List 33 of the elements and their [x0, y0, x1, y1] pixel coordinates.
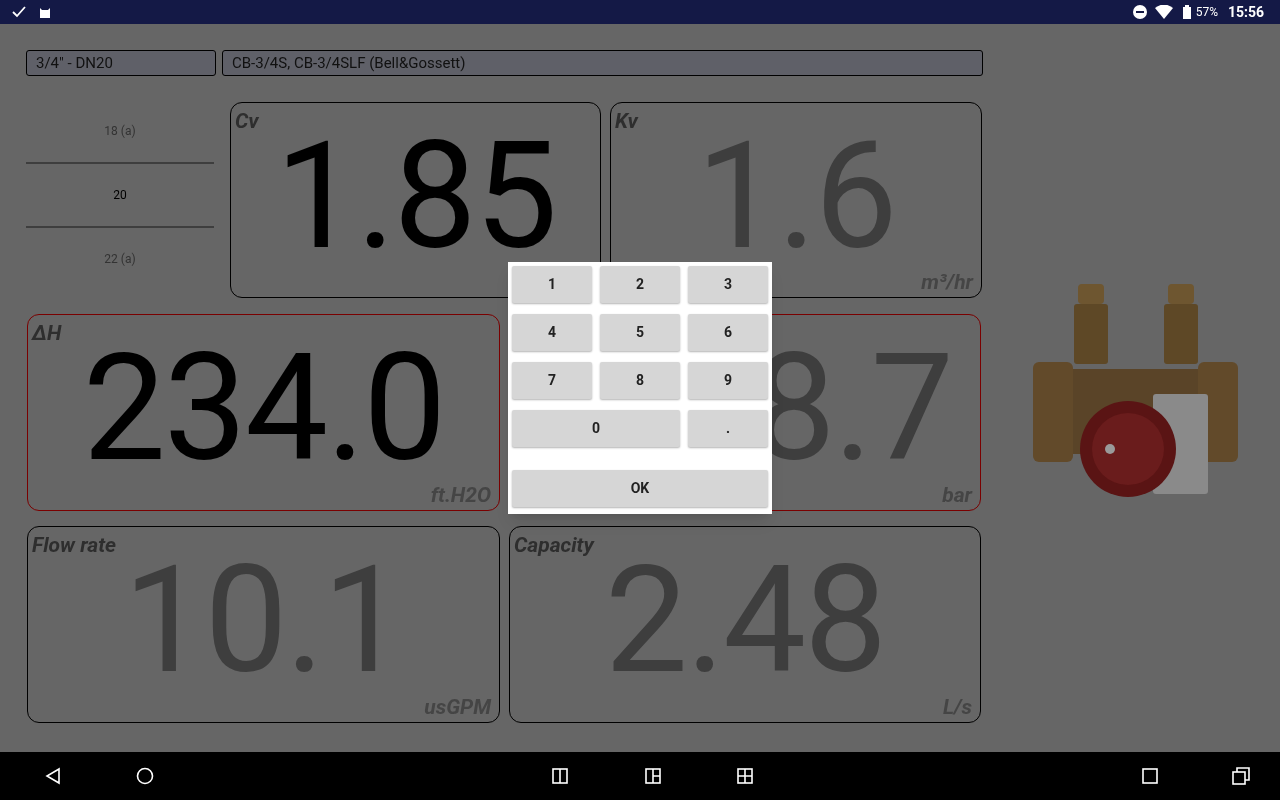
keypad-key[interactable]: 9	[688, 362, 768, 399]
wifi-icon	[1154, 5, 1173, 19]
keypad-key[interactable]: 4	[512, 314, 592, 351]
recents-icon[interactable]	[1232, 767, 1250, 785]
keypad-key[interactable]: 5	[600, 314, 680, 351]
keypad-key[interactable]: 3	[688, 266, 768, 303]
picker-item[interactable]: 20	[113, 186, 127, 204]
back-icon[interactable]	[44, 767, 62, 785]
ok-button[interactable]: OK	[512, 470, 768, 507]
keypad-key[interactable]: 8	[600, 362, 680, 399]
check-icon	[12, 5, 26, 19]
keypad-key[interactable]: 2	[600, 266, 680, 303]
do-not-disturb-icon	[1132, 5, 1147, 19]
card-label: Kv	[615, 109, 638, 133]
battery-icon	[1182, 5, 1191, 19]
keypad-key[interactable]: .	[688, 410, 768, 447]
clock: 15:56	[1227, 2, 1264, 22]
home-icon[interactable]	[136, 767, 154, 785]
card-label: ΔH	[32, 321, 62, 345]
keypad-key[interactable]: 0	[512, 410, 680, 447]
robot-icon	[38, 5, 52, 19]
split-view-icon[interactable]	[552, 768, 568, 784]
card-label: Flow rate	[32, 533, 117, 557]
card-label: Capacity	[514, 533, 594, 557]
battery-percent: 57%	[1195, 4, 1218, 21]
keypad-key[interactable]: 7	[512, 362, 592, 399]
value-reading: 234.0	[82, 335, 445, 483]
square-icon[interactable]	[1142, 768, 1158, 784]
card-label: Cv	[235, 109, 259, 133]
keypad-key[interactable]: 1	[512, 266, 592, 303]
three-pane-icon[interactable]	[645, 768, 661, 784]
keypad-key[interactable]: 6	[688, 314, 768, 351]
grid-icon[interactable]	[737, 768, 753, 784]
